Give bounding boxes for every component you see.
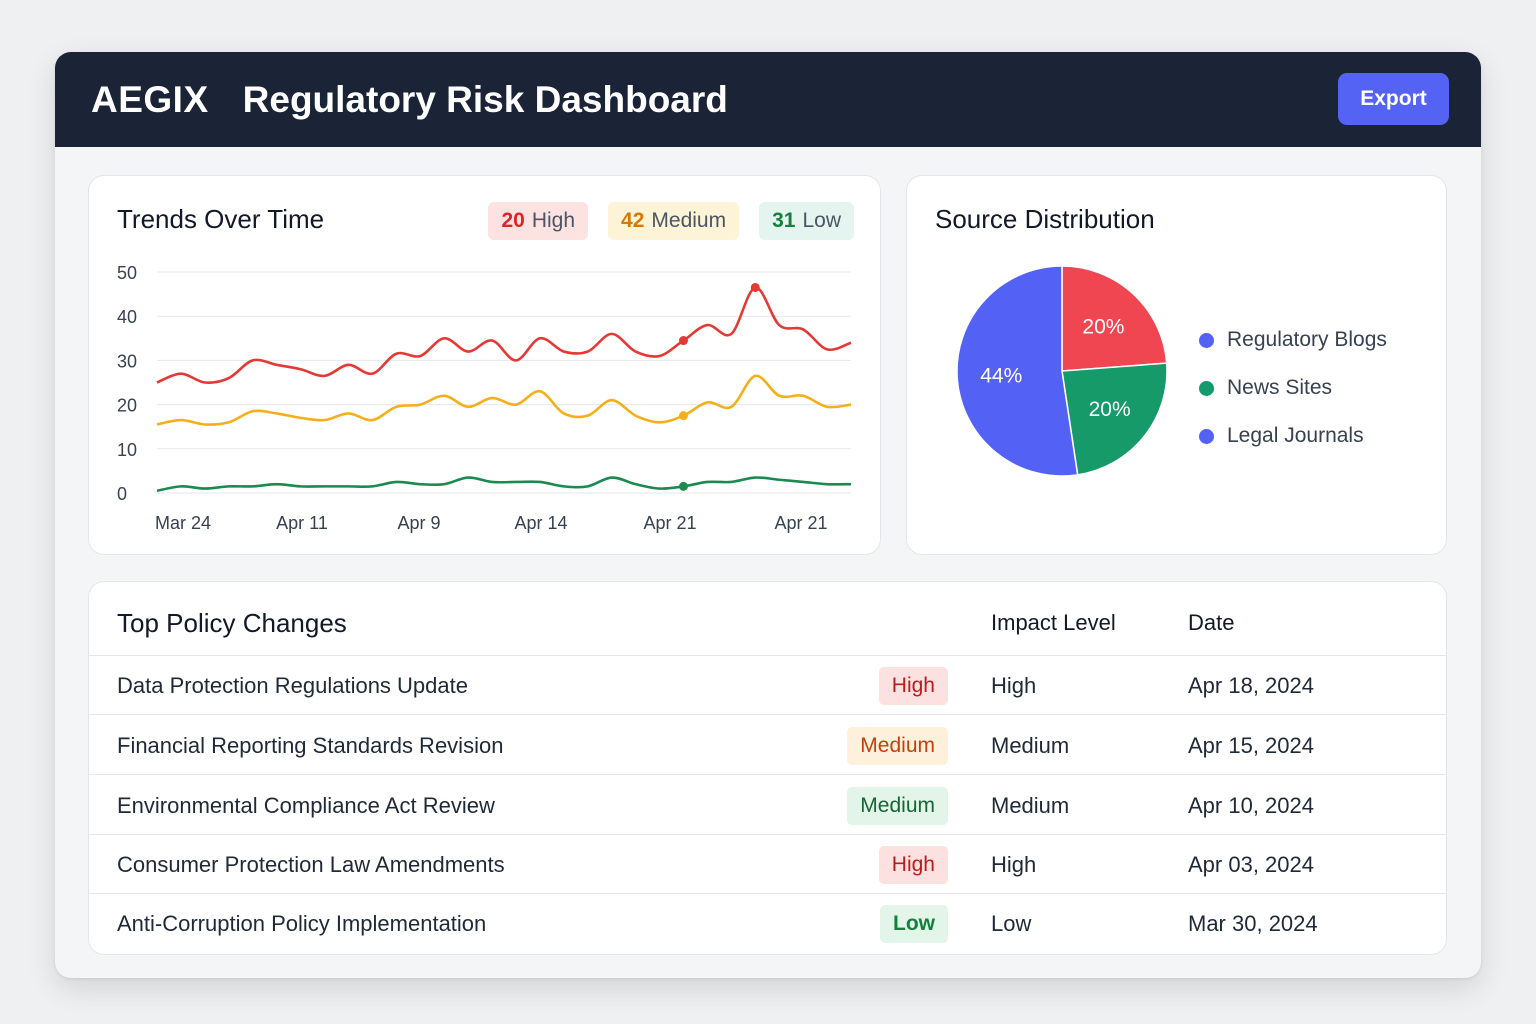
trends-card: Trends Over Time 20 High 42 Medium 31 Lo… (88, 175, 881, 555)
high-count: 20 (501, 209, 525, 232)
table-row[interactable]: Financial Reporting Standards Revision Me… (89, 716, 1446, 775)
point-marker-high[interactable] (750, 282, 760, 292)
y-tick-label: 50 (117, 263, 137, 283)
impact-badge-cell: High (878, 656, 948, 715)
table-row[interactable]: Consumer Protection Law Amendments High Hi… (89, 835, 1446, 894)
x-tick-label: Apr 9 (397, 513, 440, 533)
source-pie-chart: 20% 20% 44% (956, 265, 1168, 477)
page-title: Regulatory Risk Dashboard (242, 78, 728, 120)
pie-slice-label: 20% (1089, 398, 1131, 421)
trend-line-chart: 0 10 20 30 40 50 Mar 24 Apr 11 Apr 9 Apr 14 Apr 21… (117, 263, 852, 533)
impact-badge: High (878, 666, 948, 705)
legend-item[interactable]: Legal Journals (1199, 412, 1387, 460)
export-button[interactable]: Export (1338, 73, 1449, 125)
table-row[interactable]: Environmental Compliance Act Review Mediu… (89, 776, 1446, 835)
policy-table-card: Top Policy Changes Impact Level Date Dat… (88, 581, 1447, 955)
table-title: Top Policy Changes (117, 608, 347, 638)
series-line-low (156, 476, 852, 493)
legend-dot-icon (1199, 428, 1214, 444)
high-count-badge[interactable]: 20 High (488, 202, 589, 240)
impact-level: High (991, 672, 1037, 698)
impact-level: Low (991, 910, 1032, 936)
medium-label: Medium (651, 209, 727, 232)
impact-level: Medium (991, 732, 1070, 758)
column-header-date[interactable]: Date (1188, 610, 1234, 636)
policy-date: Mar 30, 2024 (1188, 910, 1318, 936)
series-line-high (156, 286, 852, 384)
table-row[interactable]: Data Protection Regulations Update High Hi… (89, 656, 1446, 715)
y-tick-label: 20 (117, 396, 137, 416)
pie-slice-label: 20% (1082, 315, 1124, 338)
y-tick-label: 10 (117, 440, 137, 460)
y-tick-label: 30 (117, 351, 137, 371)
impact-badge: High (878, 845, 948, 884)
trend-badges: 20 High 42 Medium 31 Low (488, 202, 854, 240)
legend-label: Legal Journals (1227, 424, 1364, 447)
impact-level: High (991, 851, 1037, 877)
impact-badge-cell: Medium (847, 776, 948, 835)
impact-level: Medium (991, 792, 1070, 818)
legend-dot-icon (1199, 332, 1214, 348)
point-marker-medium[interactable] (678, 411, 688, 421)
impact-badge: Medium (847, 786, 948, 825)
table-header: Top Policy Changes Impact Level Date (89, 582, 1446, 656)
legend-item[interactable]: Regulatory Blogs (1199, 316, 1387, 364)
policy-name: Anti-Corruption Policy Implementation (117, 910, 487, 936)
x-tick-label: Apr 14 (514, 513, 567, 533)
medium-count-badge[interactable]: 42 Medium (608, 202, 740, 240)
legend-label: Regulatory Blogs (1227, 328, 1387, 351)
impact-badge: Medium (847, 726, 948, 765)
policy-date: Apr 18, 2024 (1188, 672, 1314, 698)
x-tick-label: Apr 11 (276, 513, 328, 533)
x-tick-label: Apr 21 (643, 513, 696, 533)
legend-label: News Sites (1227, 376, 1333, 399)
point-marker-high[interactable] (678, 336, 688, 346)
legend-item[interactable]: News Sites (1199, 364, 1387, 412)
series-line-medium (156, 374, 852, 426)
low-label: Low (802, 209, 841, 232)
pie-legend: Regulatory Blogs News Sites Legal Journals (1199, 316, 1387, 460)
brand-logo: AEGIX (91, 78, 209, 120)
x-tick-label: Mar 24 (155, 513, 211, 533)
policy-date: Apr 15, 2024 (1188, 732, 1314, 758)
policy-name: Financial Reporting Standards Revision (117, 732, 504, 758)
table-row[interactable]: Anti-Corruption Policy Implementation Low… (89, 894, 1446, 953)
point-marker-low[interactable] (678, 481, 688, 491)
impact-badge-cell: Medium (847, 716, 948, 775)
policy-date: Apr 03, 2024 (1188, 851, 1314, 877)
policy-name: Environmental Compliance Act Review (117, 792, 495, 818)
source-card: Source Distribution 20% 20% 44% Regulatory… (906, 175, 1447, 555)
y-tick-label: 0 (117, 484, 127, 504)
policy-name: Consumer Protection Law Amendments (117, 851, 505, 877)
y-tick-label: 40 (117, 307, 137, 327)
medium-count: 42 (621, 209, 645, 232)
dashboard-window: AEGIX Regulatory Risk Dashboard Export T… (55, 52, 1481, 978)
column-header-impact[interactable]: Impact Level (991, 610, 1116, 636)
policy-name: Data Protection Regulations Update (117, 672, 468, 698)
app-header: AEGIX Regulatory Risk Dashboard Export (55, 52, 1481, 147)
legend-dot-icon (1199, 380, 1214, 396)
impact-badge-cell: High (878, 835, 948, 894)
source-title: Source Distribution (935, 204, 1155, 234)
impact-badge-cell: Low (880, 894, 948, 953)
impact-badge: Low (880, 904, 948, 943)
high-label: High (531, 209, 576, 232)
trends-title: Trends Over Time (117, 204, 325, 234)
low-count: 31 (772, 209, 796, 232)
pie-slice-label: 44% (980, 365, 1022, 388)
low-count-badge[interactable]: 31 Low (759, 202, 854, 240)
policy-date: Apr 10, 2024 (1188, 792, 1314, 818)
x-tick-label: Apr 21 (774, 513, 827, 533)
